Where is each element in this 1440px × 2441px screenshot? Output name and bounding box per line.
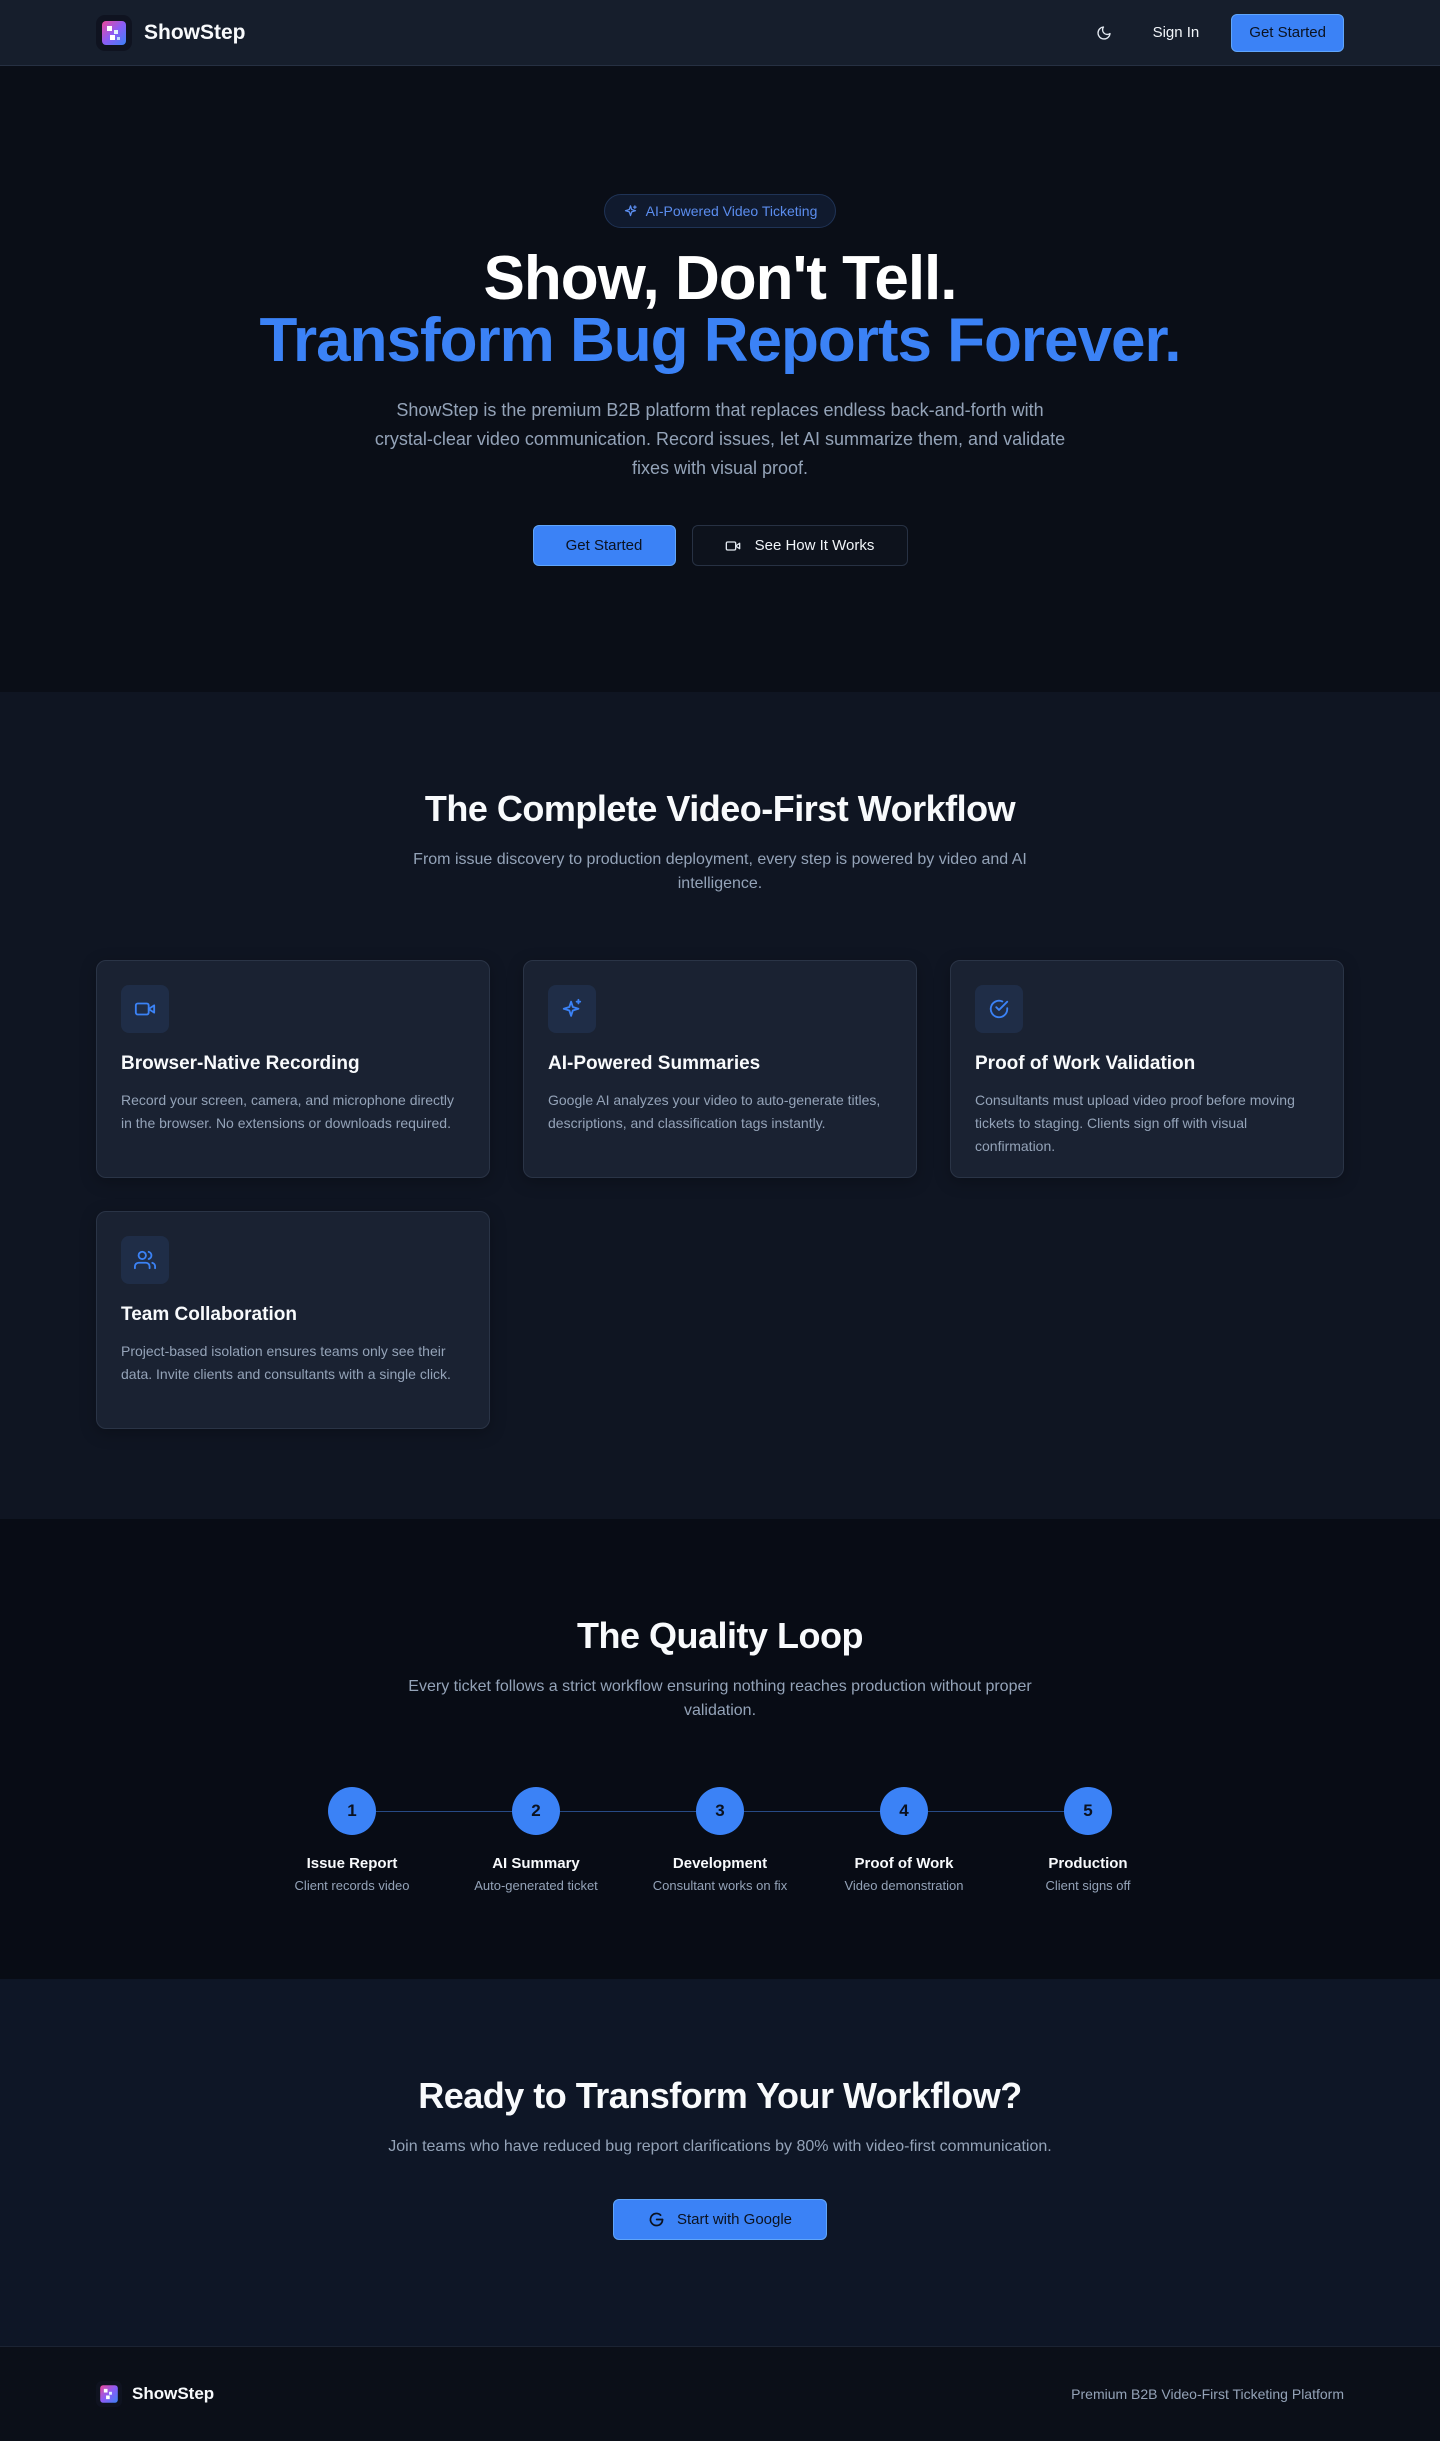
video-icon (134, 1002, 156, 1016)
footer: ShowStep Premium B2B Video-First Ticketi… (0, 2346, 1440, 2441)
feature-card-recording: Browser-Native Recording Record your scr… (96, 960, 490, 1178)
feature-card-desc: Project-based isolation ensures teams on… (121, 1343, 451, 1382)
loop-step: 1 Issue Report Client records video (260, 1787, 444, 1893)
step-number: 4 (880, 1787, 928, 1835)
sign-in-link[interactable]: Sign In (1143, 16, 1210, 49)
step-title: Production (1048, 1855, 1128, 1872)
feature-card-title: Proof of Work Validation (975, 1053, 1196, 1074)
step-title: AI Summary (492, 1855, 580, 1872)
step-desc: Client records video (294, 1878, 410, 1893)
step-number: 3 (696, 1787, 744, 1835)
step-title: Proof of Work (854, 1855, 954, 1872)
loop-step: 3 Development Consultant works on fix (628, 1787, 812, 1893)
hero-badge-label: AI-Powered Video Ticketing (645, 203, 818, 219)
loop-title: The Quality Loop (577, 1615, 864, 1656)
features-section: The Complete Video-First Workflow From i… (0, 692, 1440, 1519)
feature-card-title: Team Collaboration (121, 1304, 297, 1325)
brand[interactable]: ShowStep (96, 14, 246, 51)
check-circle-icon (989, 999, 1009, 1019)
cta-title: Ready to Transform Your Workflow? (418, 2075, 1022, 2116)
top-nav: ShowStep Sign In Get Started (0, 0, 1440, 66)
feature-card-desc: Record your screen, camera, and micropho… (121, 1092, 455, 1131)
loop-subtitle: Every ticket follows a strict workflow e… (408, 1678, 1032, 1719)
users-icon (134, 1250, 156, 1270)
step-desc: Client signs off (1045, 1878, 1131, 1893)
step-desc: Auto-generated ticket (474, 1878, 598, 1893)
start-with-google-label: Start with Google (676, 2211, 793, 2228)
hero-subtitle: ShowStep is the premium B2B platform tha… (374, 400, 1066, 478)
nav-get-started-button[interactable]: Get Started (1231, 13, 1344, 52)
features-title: The Complete Video-First Workflow (424, 788, 1016, 829)
step-number: 1 (328, 1787, 376, 1835)
step-number: 2 (512, 1787, 560, 1835)
footer-brand-name: ShowStep (132, 2384, 215, 2403)
feature-card-team-collaboration: Team Collaboration Project-based isolati… (96, 1211, 490, 1429)
feature-card-proof-of-work: Proof of Work Validation Consultants mus… (950, 960, 1344, 1178)
footer-tagline: Premium B2B Video-First Ticketing Platfo… (1071, 2386, 1344, 2402)
start-with-google-button[interactable]: Start with Google (613, 2199, 827, 2240)
sparkles-icon (562, 998, 582, 1017)
see-how-it-works-label: See How It Works (754, 537, 875, 554)
hero-title: Show, Don't Tell. Transform Bug Reports … (0, 248, 1440, 372)
hero-get-started-button[interactable]: Get Started (532, 525, 676, 566)
step-title: Development (672, 1855, 768, 1872)
logo-icon (96, 14, 132, 51)
features-subtitle: From issue discovery to production deplo… (413, 851, 1027, 892)
cta-subtitle: Join teams who have reduced bug report c… (388, 2138, 1052, 2155)
feature-card-desc: Consultants must upload video proof befo… (975, 1092, 1295, 1154)
step-title: Issue Report (306, 1855, 398, 1872)
moon-icon (1096, 25, 1111, 40)
feature-card-title: AI-Powered Summaries (548, 1053, 761, 1074)
loop-step: 5 Production Client signs off (996, 1787, 1180, 1893)
feature-card-title: Browser-Native Recording (121, 1053, 360, 1074)
step-number: 5 (1064, 1787, 1112, 1835)
brand-name: ShowStep (144, 20, 246, 44)
step-desc: Video demonstration (844, 1878, 964, 1893)
loop-step: 4 Proof of Work Video demonstration (812, 1787, 996, 1893)
hero-title-line1: Show, Don't Tell. (483, 244, 957, 313)
step-desc: Consultant works on fix (652, 1878, 788, 1893)
feature-card-desc: Google AI analyzes your video to auto-ge… (548, 1092, 881, 1131)
cta-section: Ready to Transform Your Workflow? Join t… (0, 1979, 1440, 2346)
loop-steps: 1 Issue Report Client records video 2 AI… (260, 1787, 1180, 1893)
see-how-it-works-button[interactable]: See How It Works (691, 525, 908, 566)
sparkles-icon (624, 204, 637, 216)
video-icon (725, 540, 740, 551)
hero-title-line2: Transform Bug Reports Forever. (259, 306, 1182, 375)
hero-section: AI-Powered Video Ticketing Show, Don't T… (0, 66, 1440, 692)
quality-loop-section: The Quality Loop Every ticket follows a … (0, 1519, 1440, 1979)
loop-step: 2 AI Summary Auto-generated ticket (444, 1787, 628, 1893)
hero-badge: AI-Powered Video Ticketing (603, 194, 837, 228)
theme-toggle-button[interactable] (1087, 16, 1121, 50)
google-icon (649, 2212, 664, 2227)
logo-icon (96, 2381, 122, 2407)
feature-card-ai-summaries: AI-Powered Summaries Google AI analyzes … (523, 960, 917, 1178)
footer-brand[interactable]: ShowStep (96, 2381, 214, 2407)
